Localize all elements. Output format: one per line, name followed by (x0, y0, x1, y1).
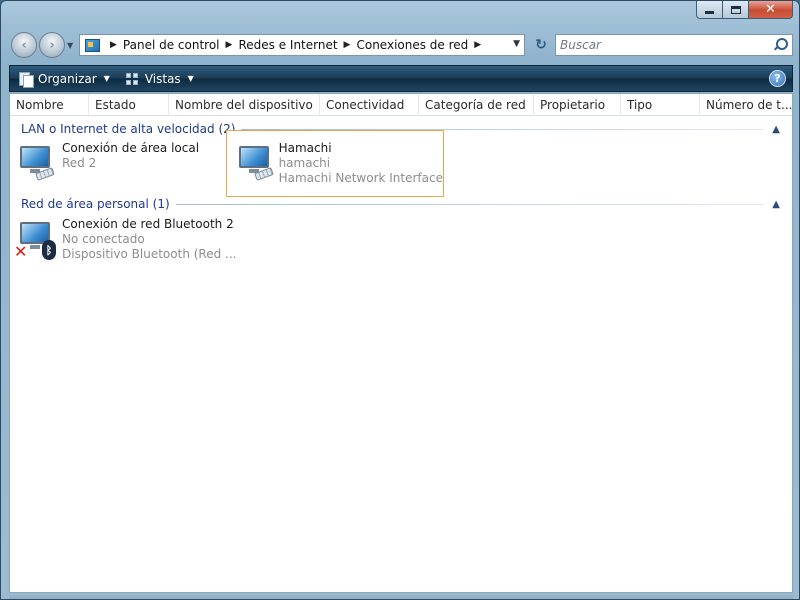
item-device: Hamachi Network Interface (278, 171, 443, 185)
chevron-up-icon[interactable]: ▲ (772, 199, 792, 210)
breadcrumb-arrow-icon[interactable]: ▶ (344, 40, 351, 50)
control-panel-icon (84, 37, 100, 53)
explorer-window: ✕ ‹ › ▼ ▶ Panel de control ▶ Redes e Int… (0, 0, 800, 600)
command-toolbar: Organizar ▼ Vistas ▼ ? (9, 65, 793, 92)
column-header-status[interactable]: Estado (89, 94, 169, 116)
group-title: LAN o Internet de alta velocidad (2) (21, 122, 236, 136)
disconnected-x-icon: ✕ (14, 242, 28, 261)
organize-label: Organizar (38, 71, 97, 86)
forward-arrow-icon: › (49, 37, 55, 53)
search-input[interactable] (560, 38, 760, 52)
help-icon[interactable]: ? (769, 70, 786, 87)
chevron-down-icon: ▼ (187, 74, 194, 83)
column-header-name[interactable]: Nombre (10, 94, 89, 116)
file-list-pane: Nombre Estado Nombre del dispositivo Con… (9, 93, 793, 593)
breadcrumb-arrow-icon[interactable]: ▶ (226, 40, 233, 50)
recent-pages-dropdown[interactable]: ▼ (67, 41, 73, 50)
back-button[interactable]: ‹ (11, 32, 37, 58)
column-header-connectivity[interactable]: Conectividad (320, 94, 419, 116)
organize-icon (17, 71, 34, 88)
minimize-icon (705, 11, 714, 14)
refresh-icon: ↻ (535, 37, 547, 53)
refresh-button[interactable]: ↻ (529, 34, 553, 56)
maximize-icon (730, 5, 741, 14)
views-button[interactable]: Vistas ▼ (117, 66, 201, 91)
bluetooth-network-icon: ✕ ᛒ (14, 216, 62, 261)
list-item-local-area-connection[interactable]: Conexión de área local Red 2 (16, 140, 226, 190)
close-icon: ✕ (765, 2, 776, 17)
navigation-bar: ‹ › ▼ ▶ Panel de control ▶ Redes e Inter… (9, 29, 793, 61)
group-divider (175, 203, 765, 205)
close-button[interactable]: ✕ (749, 1, 793, 19)
breadcrumb-arrow-icon[interactable]: ▶ (110, 40, 117, 50)
item-name: Hamachi (278, 141, 332, 155)
views-label: Vistas (144, 71, 181, 86)
column-header-owner[interactable]: Propietario (534, 94, 621, 116)
breadcrumb-arrow-icon[interactable]: ▶ (474, 40, 481, 50)
item-name: Conexión de área local (62, 141, 200, 155)
caption-buttons: ✕ (696, 1, 793, 19)
breadcrumb-network-internet[interactable]: Redes e Internet (238, 38, 337, 52)
item-status: hamachi (278, 156, 331, 170)
address-bar[interactable]: ▶ Panel de control ▶ Redes e Internet ▶ … (79, 34, 525, 56)
column-header-phone-number[interactable]: Número de t... (700, 94, 792, 116)
item-name: Conexión de red Bluetooth 2 (62, 217, 234, 231)
search-box[interactable] (555, 34, 793, 56)
chevron-up-icon[interactable]: ▲ (772, 124, 792, 135)
maximize-button[interactable] (723, 1, 749, 19)
network-monitor-icon (16, 140, 62, 182)
breadcrumb-control-panel[interactable]: Panel de control (123, 38, 220, 52)
item-device: Dispositivo Bluetooth (Red ... (62, 247, 237, 261)
breadcrumb-network-connections[interactable]: Conexiones de red (356, 38, 468, 52)
views-icon (124, 71, 140, 87)
address-dropdown-icon[interactable]: ▼ (513, 39, 520, 49)
network-monitor-icon (235, 140, 279, 182)
item-status: No conectado (62, 232, 145, 246)
window-bottom-frame (9, 593, 793, 599)
group-title: Red de área personal (1) (21, 197, 170, 211)
column-header-device-name[interactable]: Nombre del dispositivo (169, 94, 320, 116)
column-header-row: Nombre Estado Nombre del dispositivo Con… (10, 94, 792, 116)
column-header-type[interactable]: Tipo (621, 94, 700, 116)
item-status: Red 2 (62, 156, 97, 170)
search-icon[interactable] (773, 38, 788, 52)
minimize-button[interactable] (696, 1, 723, 19)
column-header-network-category[interactable]: Categoría de red (419, 94, 534, 116)
list-item-bluetooth-connection[interactable]: ✕ ᛒ Conexión de red Bluetooth 2 No conec… (14, 216, 246, 268)
group-header-personal-area[interactable]: Red de área personal (1) ▲ (10, 195, 792, 213)
back-arrow-icon: ‹ (21, 37, 27, 53)
chevron-down-icon: ▼ (103, 74, 110, 83)
list-item-hamachi[interactable]: Hamachi hamachi Hamachi Network Interfac… (226, 130, 444, 197)
forward-button[interactable]: › (39, 32, 65, 58)
organize-button[interactable]: Organizar ▼ (10, 66, 117, 91)
bluetooth-icon: ᛒ (42, 240, 56, 260)
